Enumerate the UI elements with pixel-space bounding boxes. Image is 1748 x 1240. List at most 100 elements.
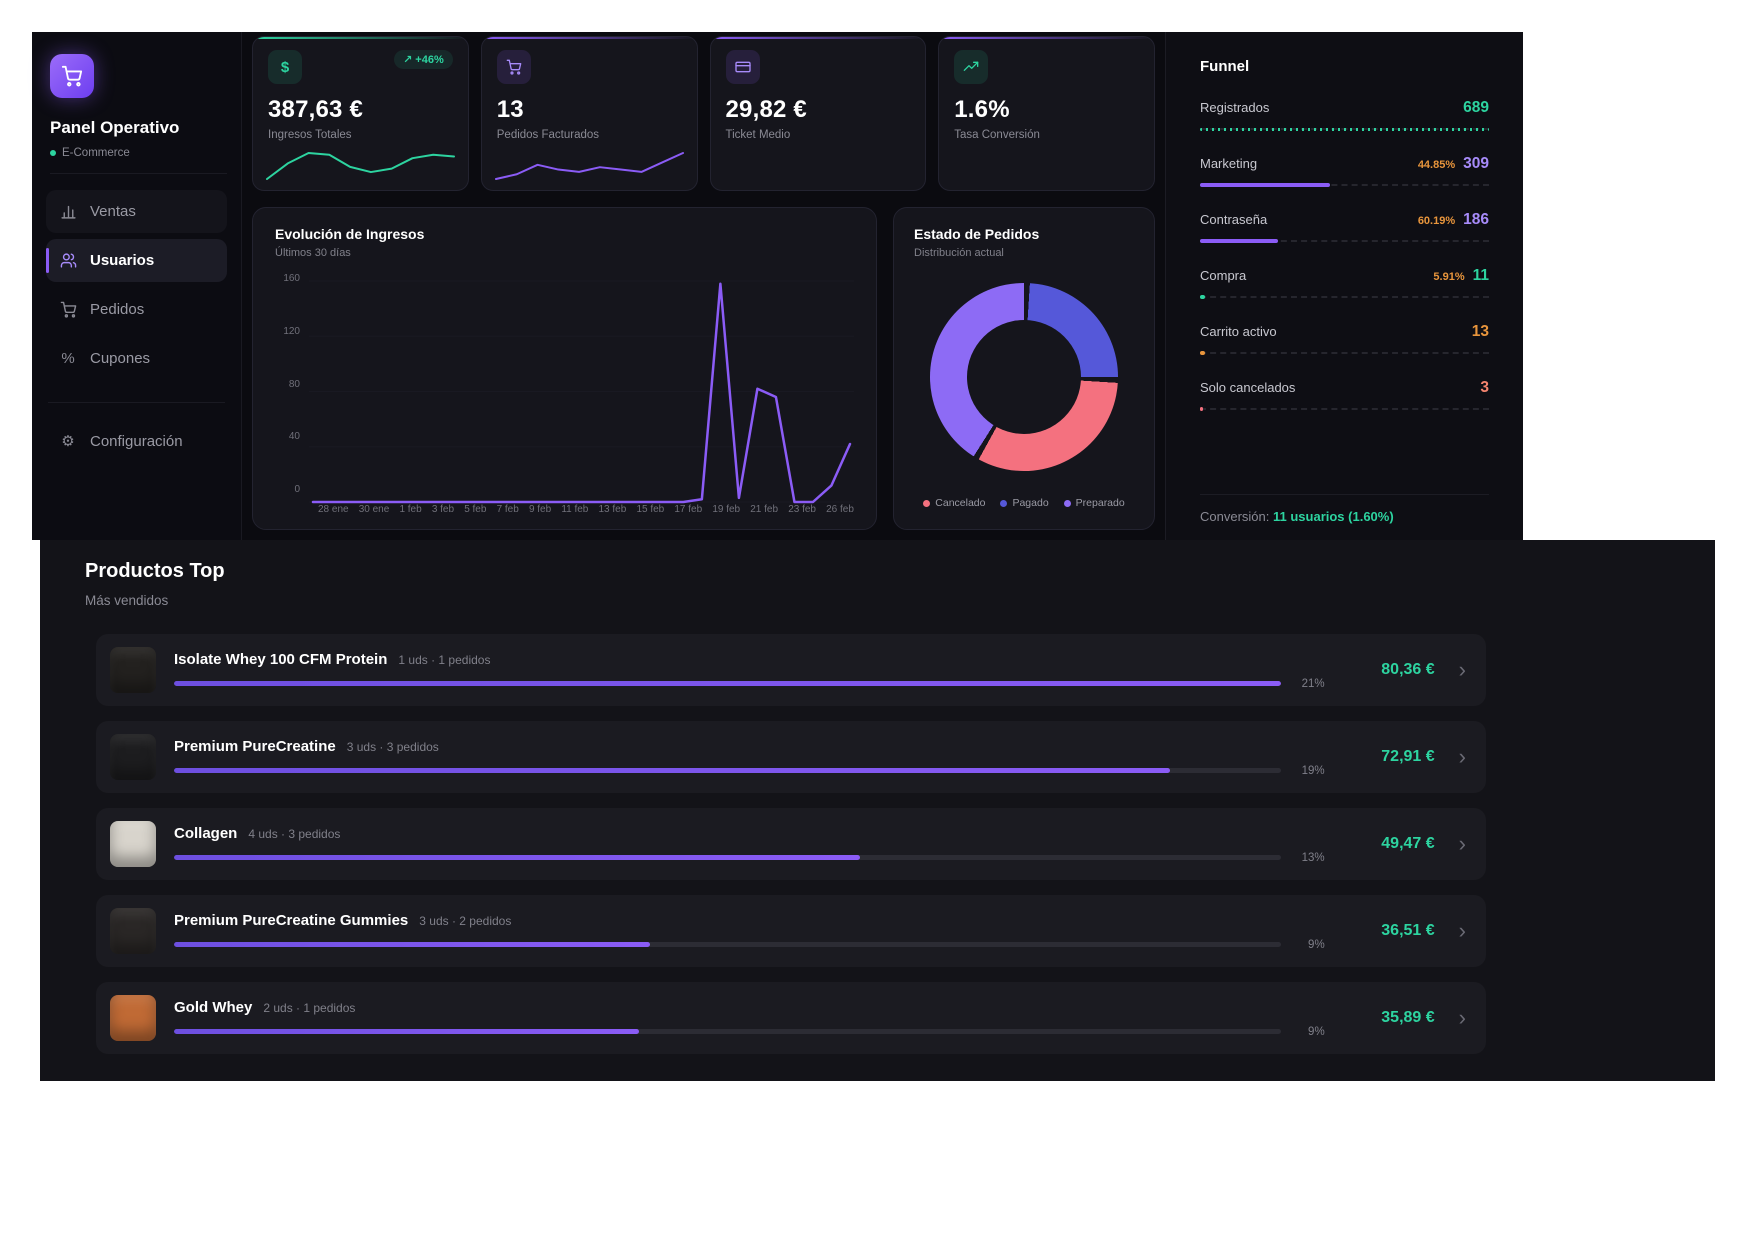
product-meta: 2 uds · 1 pedidos <box>263 1001 355 1015</box>
funnel-bar <box>1200 407 1489 412</box>
conversion-summary: Conversión: 11 usuarios (1.60%) <box>1200 494 1489 524</box>
product-row[interactable]: Premium PureCreatine 3 uds · 3 pedidos 1… <box>96 721 1486 793</box>
dashboard: Panel Operativo E-Commerce Ventas Usuari… <box>32 32 1523 540</box>
chevron-right-icon: › <box>1459 659 1466 681</box>
cart-icon <box>61 65 83 87</box>
legend-item-preparado: Preparado <box>1064 497 1125 509</box>
funnel-row-compra: Compra 5.91%11 <box>1200 267 1489 300</box>
funnel-panel: Funnel Registrados 689 Marketing 44.85%3… <box>1165 32 1523 540</box>
products-subtitle: Más vendidos <box>85 593 1715 608</box>
kpi-value: 1.6% <box>954 96 1139 124</box>
product-share-pct: 9% <box>1293 939 1325 951</box>
product-share-pct: 13% <box>1293 852 1325 864</box>
product-thumbnail <box>110 734 156 780</box>
nav-divider <box>48 402 225 403</box>
funnel-bar <box>1200 351 1489 356</box>
products-title: Productos Top <box>85 560 1715 583</box>
product-meta: 3 uds · 2 pedidos <box>419 914 511 928</box>
product-name: Isolate Whey 100 CFM Protein <box>174 651 387 668</box>
product-name: Premium PureCreatine Gummies <box>174 912 408 929</box>
product-row[interactable]: Gold Whey 2 uds · 1 pedidos 9% 35,89 € › <box>96 982 1486 1054</box>
sidebar-item-configuracion[interactable]: ⚙ Configuración <box>46 419 227 463</box>
evolution-line-chart <box>309 273 854 495</box>
chart-subtitle: Distribución actual <box>914 247 1004 259</box>
funnel-bar <box>1200 295 1489 300</box>
product-meta: 4 uds · 3 pedidos <box>248 827 340 841</box>
chevron-right-icon: › <box>1459 920 1466 942</box>
product-name: Premium PureCreatine <box>174 738 336 755</box>
kpi-value: 29,82 € <box>726 96 911 124</box>
funnel-title: Funnel <box>1200 58 1489 75</box>
kpi-card-tasa-conversion: 1.6% Tasa Conversión <box>938 36 1155 191</box>
kpi-label: Tasa Conversión <box>954 129 1139 141</box>
sidebar-item-ventas[interactable]: Ventas <box>46 190 227 233</box>
kpi-card-ingresos-totales: $ ↗+46% 387,63 € Ingresos Totales <box>252 36 469 191</box>
funnel-row-marketing: Marketing 44.85%309 <box>1200 155 1489 188</box>
order-status-card: Estado de Pedidos Distribución actual Ca… <box>893 207 1155 530</box>
legend-dot <box>1064 500 1071 507</box>
cart-icon <box>58 301 78 318</box>
gear-icon: ⚙ <box>58 432 78 450</box>
kpi-card-pedidos-facturados: 13 Pedidos Facturados <box>481 36 698 191</box>
donut-chart <box>930 283 1118 471</box>
product-share-bar <box>174 855 1281 860</box>
cart-icon <box>497 50 531 84</box>
y-axis-labels: 16012080400 <box>275 273 309 495</box>
product-thumbnail <box>110 647 156 693</box>
kpi-row: $ ↗+46% 387,63 € Ingresos Totales 13 Ped… <box>252 36 1155 191</box>
chart-title: Evolución de Ingresos <box>275 226 424 242</box>
product-share-pct: 19% <box>1293 765 1325 777</box>
funnel-row-registrados: Registrados 689 <box>1200 99 1489 132</box>
donut-legend: Cancelado Pagado Preparado <box>923 497 1124 509</box>
arrow-up-right-icon: ↗ <box>403 53 412 66</box>
funnel-bar <box>1200 183 1489 188</box>
trend-up-icon <box>954 50 988 84</box>
bar-chart-icon <box>58 203 78 220</box>
funnel-row-contrasena: Contraseña 60.19%186 <box>1200 211 1489 244</box>
sidebar-item-label: Configuración <box>90 433 183 450</box>
kpi-value: 387,63 € <box>268 96 453 124</box>
sidebar: Panel Operativo E-Commerce Ventas Usuari… <box>32 32 242 540</box>
product-row[interactable]: Premium PureCreatine Gummies 3 uds · 2 p… <box>96 895 1486 967</box>
funnel-bar <box>1200 239 1489 244</box>
chevron-right-icon: › <box>1459 833 1466 855</box>
sparkline <box>494 150 685 182</box>
product-thumbnail <box>110 821 156 867</box>
product-share-bar <box>174 768 1281 773</box>
funnel-row-solo-cancelados: Solo cancelados 3 <box>1200 379 1489 412</box>
chart-title: Estado de Pedidos <box>914 226 1039 242</box>
kpi-label: Pedidos Facturados <box>497 129 682 141</box>
app-subtitle: E-Commerce <box>50 147 227 174</box>
product-price: 35,89 € <box>1343 1009 1435 1027</box>
product-meta: 1 uds · 1 pedidos <box>398 653 490 667</box>
legend-item-pagado: Pagado <box>1000 497 1048 509</box>
legend-dot <box>1000 500 1007 507</box>
dollar-icon: $ <box>268 50 302 84</box>
sidebar-item-pedidos[interactable]: Pedidos <box>46 288 227 331</box>
sidebar-item-cupones[interactable]: % Cupones <box>46 337 227 380</box>
product-name: Collagen <box>174 825 237 842</box>
products-list: Isolate Whey 100 CFM Protein 1 uds · 1 p… <box>96 634 1486 1054</box>
product-price: 72,91 € <box>1343 748 1435 766</box>
product-row[interactable]: Isolate Whey 100 CFM Protein 1 uds · 1 p… <box>96 634 1486 706</box>
product-price: 36,51 € <box>1343 922 1435 940</box>
trend-badge: ↗+46% <box>394 50 453 69</box>
sidebar-item-label: Usuarios <box>90 252 154 269</box>
charts-row: Evolución de Ingresos Últimos 30 días 16… <box>252 207 1155 530</box>
product-price: 49,47 € <box>1343 835 1435 853</box>
product-row[interactable]: Collagen 4 uds · 3 pedidos 13% 49,47 € › <box>96 808 1486 880</box>
product-price: 80,36 € <box>1343 661 1435 679</box>
app-logo <box>50 54 94 98</box>
percent-icon: % <box>58 350 78 367</box>
chevron-right-icon: › <box>1459 1007 1466 1029</box>
app-subtitle-label: E-Commerce <box>62 147 130 159</box>
product-name: Gold Whey <box>174 999 252 1016</box>
sparkline <box>265 150 456 182</box>
kpi-card-ticket-medio: 29,82 € Ticket Medio <box>710 36 927 191</box>
status-dot <box>50 150 56 156</box>
legend-dot <box>923 500 930 507</box>
sidebar-item-usuarios[interactable]: Usuarios <box>46 239 227 282</box>
product-share-pct: 21% <box>1293 678 1325 690</box>
product-share-bar <box>174 942 1281 947</box>
product-thumbnail <box>110 908 156 954</box>
